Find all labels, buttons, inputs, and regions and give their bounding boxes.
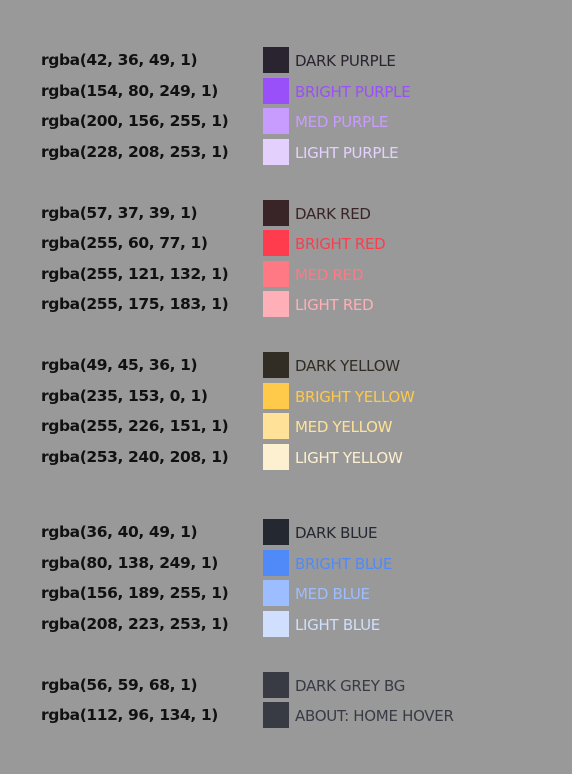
color-label: MED RED bbox=[295, 266, 364, 284]
color-row: rgba(57, 37, 39, 1) DARK RED bbox=[0, 200, 572, 226]
color-code: rgba(112, 96, 134, 1) bbox=[41, 706, 218, 724]
color-row: rgba(156, 189, 255, 1) MED BLUE bbox=[0, 580, 572, 606]
color-code: rgba(56, 59, 68, 1) bbox=[41, 676, 198, 694]
color-row: rgba(112, 96, 134, 1) ABOUT: HOME HOVER bbox=[0, 702, 572, 728]
color-row: rgba(255, 175, 183, 1) LIGHT RED bbox=[0, 291, 572, 317]
color-swatch bbox=[263, 139, 289, 165]
color-row: rgba(235, 153, 0, 1) BRIGHT YELLOW bbox=[0, 383, 572, 409]
color-code: rgba(154, 80, 249, 1) bbox=[41, 82, 218, 100]
color-swatch bbox=[263, 200, 289, 226]
color-label: LIGHT YELLOW bbox=[295, 449, 403, 467]
color-swatch bbox=[263, 78, 289, 104]
color-row: rgba(228, 208, 253, 1) LIGHT PURPLE bbox=[0, 139, 572, 165]
color-row: rgba(255, 60, 77, 1) BRIGHT RED bbox=[0, 230, 572, 256]
color-swatch bbox=[263, 230, 289, 256]
color-code: rgba(235, 153, 0, 1) bbox=[41, 387, 208, 405]
color-label: MED YELLOW bbox=[295, 418, 393, 436]
color-row: rgba(42, 36, 49, 1) DARK PURPLE bbox=[0, 47, 572, 73]
color-label: BRIGHT BLUE bbox=[295, 555, 393, 573]
color-label: BRIGHT YELLOW bbox=[295, 388, 415, 406]
color-swatch bbox=[263, 291, 289, 317]
color-code: rgba(200, 156, 255, 1) bbox=[41, 112, 229, 130]
color-row: rgba(255, 121, 132, 1) MED RED bbox=[0, 261, 572, 287]
color-code: rgba(253, 240, 208, 1) bbox=[41, 448, 229, 466]
color-label: BRIGHT RED bbox=[295, 235, 386, 253]
color-code: rgba(255, 121, 132, 1) bbox=[41, 265, 229, 283]
color-row: rgba(36, 40, 49, 1) DARK BLUE bbox=[0, 519, 572, 545]
color-label: ABOUT: HOME HOVER bbox=[295, 707, 454, 725]
color-code: rgba(255, 175, 183, 1) bbox=[41, 295, 229, 313]
color-row: rgba(49, 45, 36, 1) DARK YELLOW bbox=[0, 352, 572, 378]
color-swatch bbox=[263, 383, 289, 409]
color-code: rgba(57, 37, 39, 1) bbox=[41, 204, 198, 222]
color-code: rgba(49, 45, 36, 1) bbox=[41, 356, 198, 374]
color-swatch bbox=[263, 413, 289, 439]
color-swatch bbox=[263, 519, 289, 545]
color-swatch bbox=[263, 672, 289, 698]
color-swatch bbox=[263, 444, 289, 470]
color-code: rgba(42, 36, 49, 1) bbox=[41, 51, 198, 69]
color-swatch bbox=[263, 702, 289, 728]
color-swatch bbox=[263, 47, 289, 73]
color-row: rgba(208, 223, 253, 1) LIGHT BLUE bbox=[0, 611, 572, 637]
color-row: rgba(255, 226, 151, 1) MED YELLOW bbox=[0, 413, 572, 439]
color-swatch bbox=[263, 580, 289, 606]
color-row: rgba(56, 59, 68, 1) DARK GREY BG bbox=[0, 672, 572, 698]
color-label: BRIGHT PURPLE bbox=[295, 83, 411, 101]
color-swatch bbox=[263, 108, 289, 134]
color-swatch bbox=[263, 261, 289, 287]
color-label: MED PURPLE bbox=[295, 113, 389, 131]
color-row: rgba(253, 240, 208, 1) LIGHT YELLOW bbox=[0, 444, 572, 470]
color-code: rgba(36, 40, 49, 1) bbox=[41, 523, 198, 541]
color-code: rgba(255, 60, 77, 1) bbox=[41, 234, 208, 252]
color-swatch bbox=[263, 611, 289, 637]
color-row: rgba(154, 80, 249, 1) BRIGHT PURPLE bbox=[0, 78, 572, 104]
color-label: DARK YELLOW bbox=[295, 357, 400, 375]
color-code: rgba(208, 223, 253, 1) bbox=[41, 615, 229, 633]
color-label: DARK RED bbox=[295, 205, 371, 223]
color-label: LIGHT BLUE bbox=[295, 616, 380, 634]
color-swatch bbox=[263, 550, 289, 576]
color-label: LIGHT PURPLE bbox=[295, 144, 399, 162]
color-row: rgba(200, 156, 255, 1) MED PURPLE bbox=[0, 108, 572, 134]
color-label: MED BLUE bbox=[295, 585, 370, 603]
color-code: rgba(228, 208, 253, 1) bbox=[41, 143, 229, 161]
color-label: LIGHT RED bbox=[295, 296, 374, 314]
color-label: DARK PURPLE bbox=[295, 52, 396, 70]
color-swatch bbox=[263, 352, 289, 378]
color-code: rgba(156, 189, 255, 1) bbox=[41, 584, 229, 602]
color-code: rgba(80, 138, 249, 1) bbox=[41, 554, 218, 572]
color-code: rgba(255, 226, 151, 1) bbox=[41, 417, 229, 435]
color-label: DARK GREY BG bbox=[295, 677, 406, 695]
color-label: DARK BLUE bbox=[295, 524, 378, 542]
color-row: rgba(80, 138, 249, 1) BRIGHT BLUE bbox=[0, 550, 572, 576]
